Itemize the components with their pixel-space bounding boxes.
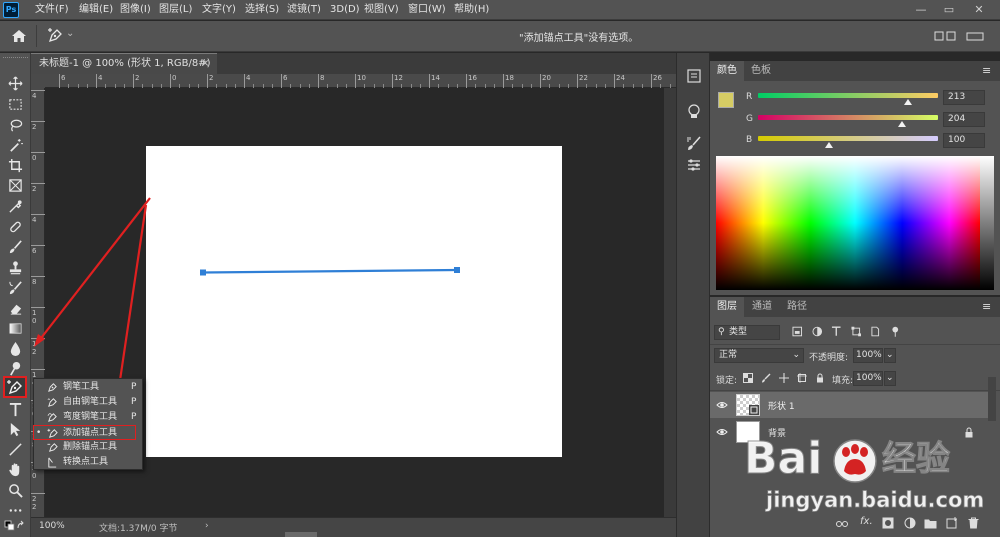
color-panel-tabs: 颜色 色板 ≡ [710, 61, 1000, 81]
tab-channels[interactable]: 通道 [745, 297, 779, 317]
channel-r-value[interactable]: 213 [943, 90, 985, 105]
layers-panel-tabs: 图层 通道 路径 ≡ [710, 297, 1000, 317]
brush-settings-panel-icon[interactable] [683, 133, 705, 153]
anchor-point-end[interactable] [454, 267, 460, 273]
lock-position-icon[interactable] [779, 373, 789, 383]
annotation-arrow-1 [37, 197, 151, 343]
opacity-dropdown[interactable]: ⌄ [884, 348, 896, 363]
eye-icon[interactable] [716, 399, 728, 411]
flyout-item-curvature-pen[interactable]: 弯度钢笔工具 P [34, 410, 142, 425]
fill-dropdown[interactable]: ⌄ [884, 371, 896, 386]
shape-layer-badge-icon [749, 405, 759, 415]
tab-color[interactable]: 颜色 [710, 61, 744, 81]
lock-icons [743, 373, 835, 385]
tab-paths[interactable]: 路径 [780, 297, 814, 317]
properties-panel-icon[interactable] [683, 101, 705, 121]
filter-adjustment-icon[interactable] [811, 326, 823, 337]
flyout-item-add-anchor-point[interactable]: • 添加锚点工具 [33, 425, 136, 440]
channel-g-label: G [746, 114, 753, 124]
anchor-point-start[interactable] [200, 269, 206, 276]
convert-point-icon [48, 457, 57, 468]
pen-icon [48, 383, 57, 392]
channel-b-slider[interactable] [758, 136, 938, 141]
tab-layers[interactable]: 图层 [710, 297, 744, 317]
lock-transparent-icon[interactable] [743, 373, 753, 383]
history-panel-icon[interactable] [683, 66, 705, 86]
pen-tools-flyout: 钢笔工具 P 自由钢笔工具 P 弯度钢笔工具 P • 添加锚点工具 删除锚点工具… [33, 378, 143, 470]
filter-type-icon[interactable] [831, 326, 842, 337]
add-anchor-point-icon [47, 428, 58, 438]
watermark-url: jingyan.baidu.com [766, 488, 985, 513]
baidu-jingyan-watermark: Bai 经验 jingyan.baidu.com [743, 432, 985, 522]
blend-mode-dropdown[interactable]: 正常 ⌄ [714, 348, 804, 363]
freeform-pen-icon [47, 398, 57, 407]
channel-r-label: R [746, 92, 753, 102]
opacity-value[interactable]: 100% [853, 348, 883, 363]
filter-toggle-icon[interactable] [890, 326, 901, 337]
lock-label: 锁定: [716, 376, 738, 386]
status-bar: 100% 文档:1.37M/0 字节 › [31, 517, 676, 537]
baidu-paw-icon [833, 439, 877, 483]
flyout-item-convert-point[interactable]: 转换点工具 [34, 455, 142, 470]
layers-separator-2 [710, 390, 1000, 391]
channel-g-thumb[interactable] [898, 121, 906, 127]
horizontal-scroll-thumb[interactable] [285, 532, 317, 537]
channel-r-slider[interactable] [758, 93, 938, 98]
channel-g-slider[interactable] [758, 115, 938, 120]
channel-b-value[interactable]: 100 [943, 133, 985, 148]
tab-swatches[interactable]: 色板 [744, 61, 778, 81]
document-info[interactable]: 文档:1.37M/0 字节 [99, 521, 177, 534]
watermark-brand: Bai [743, 433, 823, 485]
shape-path[interactable] [202, 268, 458, 274]
layers-panel-menu-icon[interactable]: ≡ [982, 300, 991, 313]
layer-row-shape1[interactable]: 形状 1 [710, 392, 988, 418]
filter-pixel-icon[interactable] [792, 326, 803, 337]
color-panel: 颜色 色板 ≡ R 213 G 204 B 100 [710, 61, 1000, 295]
fill-label: 填充: [832, 376, 854, 386]
layer-filter-dropdown[interactable]: ⚲ 类型 [714, 325, 780, 340]
status-menu-arrow[interactable]: › [205, 521, 209, 531]
adjustments-panel-icon[interactable] [683, 155, 705, 175]
search-icon: ⚲ [718, 327, 725, 337]
channel-b-label: B [746, 135, 753, 145]
layer-thumbnail-shape[interactable] [736, 394, 760, 416]
layers-scrollbar[interactable] [988, 377, 996, 421]
chevron-down-icon: ⌄ [792, 350, 800, 360]
panel-dock-strip [676, 53, 710, 537]
flyout-item-delete-anchor-point[interactable]: 删除锚点工具 [34, 440, 142, 455]
filter-shape-icon[interactable] [850, 326, 862, 337]
flyout-item-pen[interactable]: 钢笔工具 P [34, 380, 142, 395]
delete-anchor-point-icon [47, 443, 58, 452]
flyout-item-freeform-pen[interactable]: 自由钢笔工具 P [34, 395, 142, 410]
eye-icon[interactable] [716, 426, 728, 438]
color-spectrum[interactable] [716, 156, 994, 290]
filter-smart-object-icon[interactable] [870, 326, 881, 337]
layers-separator [710, 344, 1000, 345]
channel-g-value[interactable]: 204 [943, 112, 985, 127]
layer-filter-icons [792, 326, 900, 340]
lock-all-icon[interactable] [815, 373, 825, 383]
watermark-brand-tail: 经验 [882, 439, 951, 480]
lock-artboard-icon[interactable] [797, 373, 807, 383]
curvature-pen-icon [47, 413, 57, 422]
lock-pixels-icon[interactable] [761, 373, 771, 383]
channel-b-thumb[interactable] [824, 142, 833, 148]
channel-r-thumb[interactable] [904, 99, 913, 105]
opacity-label: 不透明度: [809, 353, 849, 363]
color-panel-menu-icon[interactable]: ≡ [982, 64, 991, 77]
zoom-level[interactable]: 100% [39, 521, 65, 531]
fill-value[interactable]: 100% [853, 371, 883, 386]
layer-name[interactable]: 形状 1 [768, 399, 795, 412]
foreground-swatch[interactable] [718, 92, 734, 108]
